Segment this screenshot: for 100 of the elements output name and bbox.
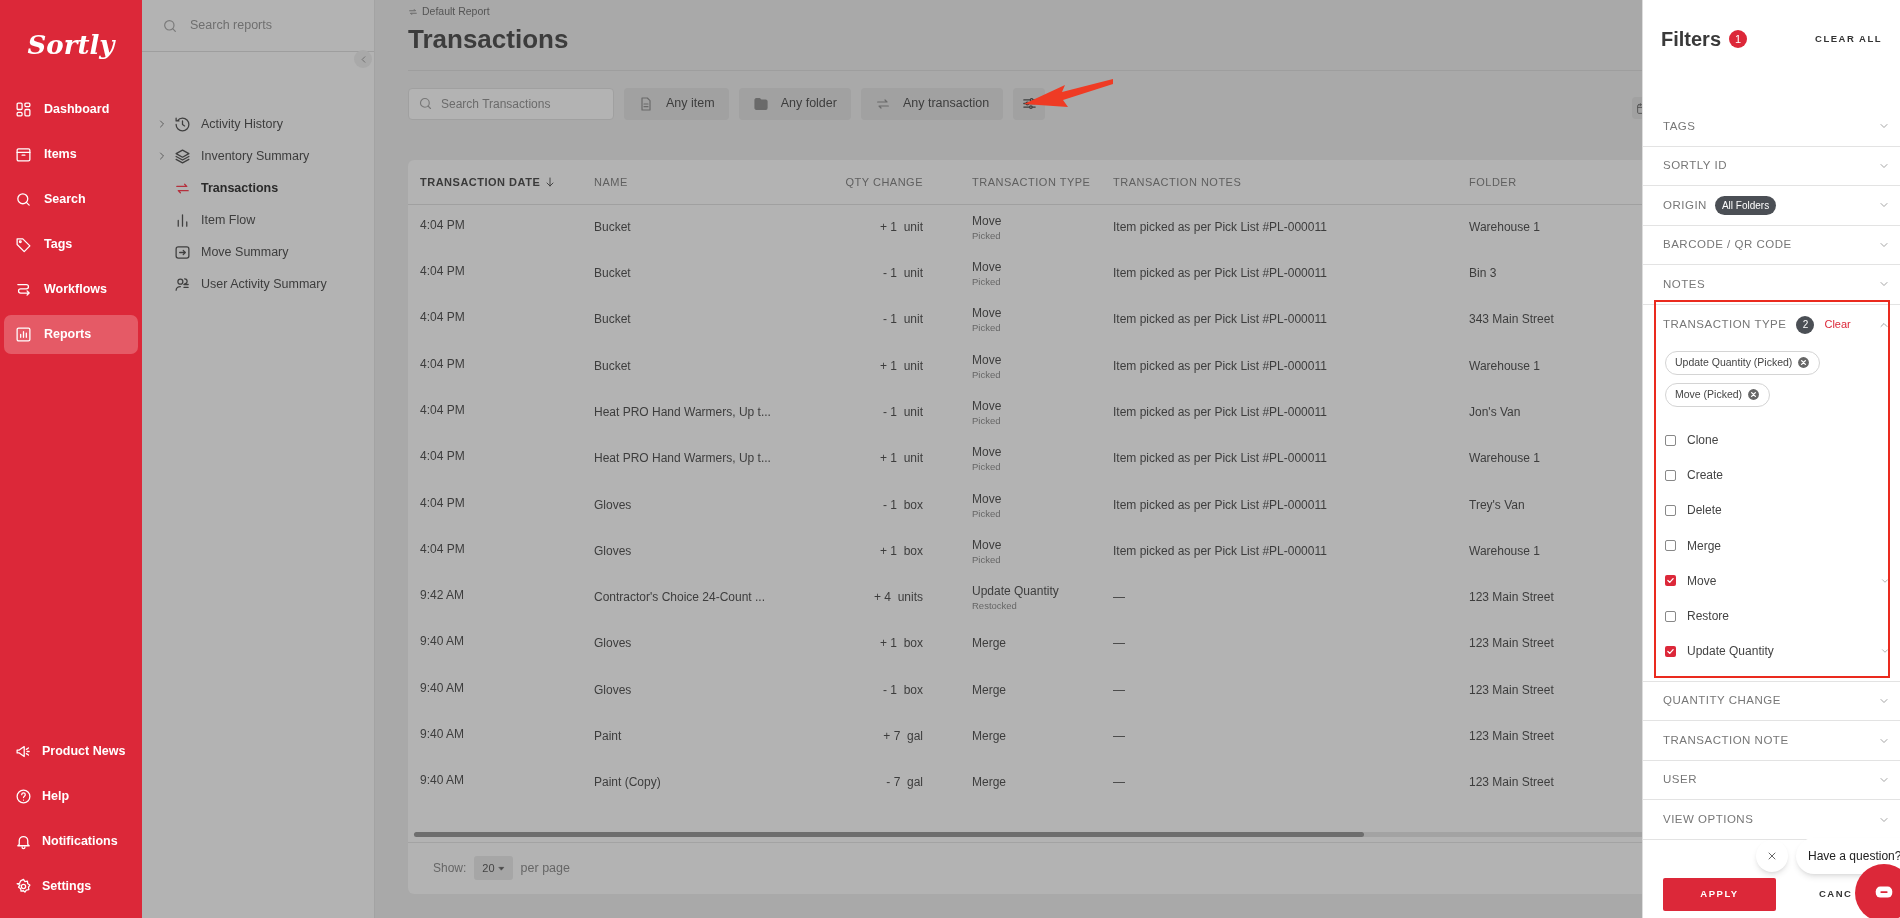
option-label: Update Quantity	[1687, 643, 1774, 661]
clear-all-link[interactable]: CLEAR ALL	[1815, 31, 1882, 47]
table-cell: Gloves	[594, 497, 632, 512]
checkbox[interactable]	[1665, 504, 1676, 516]
table-cell-text: Update Quantity	[972, 583, 1060, 601]
table-cell-text: Restocked	[972, 600, 1018, 613]
checkbox[interactable]	[1665, 434, 1676, 446]
cancel-button[interactable]: CANC	[1819, 887, 1853, 902]
filter-section[interactable]: NOTES	[1643, 265, 1900, 305]
breadcrumb[interactable]: Default Report	[422, 4, 490, 20]
table-cell-text: Merge	[972, 774, 1007, 792]
report-link[interactable]: Item Flow	[201, 210, 256, 230]
table-cell: Paint (Copy)	[594, 775, 661, 790]
option-label: Clone	[1687, 432, 1719, 450]
chat-button[interactable]	[1855, 864, 1900, 918]
nav-item[interactable]: Help	[4, 777, 138, 816]
table-cell: 123 Main Street	[1469, 729, 1554, 743]
nav-item[interactable]: Dashboard	[4, 90, 138, 129]
table-cell: —	[1113, 636, 1125, 651]
table-cell: 4:04 PM	[420, 495, 465, 510]
table-cell: Warehouse 1	[1469, 543, 1540, 558]
filter-chip[interactable]: Any folder	[738, 87, 851, 120]
nav-item[interactable]: Reports	[4, 315, 138, 354]
column-header[interactable]: QTY CHANGE	[845, 173, 923, 190]
table-cell-text: + 7 gal	[883, 728, 923, 745]
checkbox[interactable]	[1665, 469, 1676, 481]
filter-section[interactable]: TRANSACTION NOTE	[1643, 721, 1900, 761]
filter-section[interactable]: USER	[1643, 760, 1900, 801]
nav-item[interactable]: Product News	[4, 732, 138, 771]
checkbox[interactable]	[1665, 645, 1676, 657]
table-cell: 4:04 PM	[420, 264, 465, 279]
table-cell-text: + 1 unit	[879, 450, 923, 468]
checkbox[interactable]	[1665, 610, 1676, 622]
filter-chip[interactable]: Any transaction	[860, 87, 1004, 120]
table-cell: Item picked as per Pick List #PL-000011	[1113, 451, 1327, 466]
table-cell-text: Picked	[972, 414, 1002, 427]
nav-item[interactable]: Tags	[4, 225, 138, 264]
search-field[interactable]: Search Transactions	[408, 87, 614, 120]
column-header[interactable]: TRANSACTION DATE	[420, 173, 541, 190]
filter-section[interactable]: SORTLY ID	[1643, 146, 1900, 186]
report-link[interactable]: Inventory Summary	[201, 146, 310, 166]
table-cell-text: Move	[972, 490, 1003, 508]
table-cell-text: - 7 gal	[886, 774, 923, 792]
table-cell: Item picked as per Pick List #PL-000011	[1113, 219, 1327, 234]
table-cell: Warehouse 1	[1469, 358, 1540, 373]
checkmark-icon	[1666, 576, 1675, 586]
table-cell: Bucket	[594, 358, 631, 373]
table-cell: —	[1113, 682, 1125, 697]
filter-section[interactable]: ORIGIN All Folders	[1643, 186, 1900, 226]
page-size-dropdown[interactable]: 20	[474, 856, 513, 881]
page-size-suffix: per page	[520, 859, 570, 877]
nav-item[interactable]: Search	[4, 180, 138, 219]
table-cell-text: Merge	[972, 728, 1007, 745]
clear-link[interactable]: Clear	[1824, 316, 1851, 333]
origin-badge: All Folders	[1714, 195, 1777, 215]
swap-icon	[408, 6, 418, 17]
column-header[interactable]: TRANSACTION TYPE	[972, 173, 1091, 190]
count-badge: 2	[1796, 315, 1815, 334]
search-icon	[162, 17, 178, 34]
filter-section[interactable]: QUANTITY CHANGE	[1643, 681, 1900, 722]
report-link[interactable]: Transactions	[201, 178, 279, 198]
table-cell-text: - 1 box	[882, 496, 923, 514]
table-cell: 4:04 PM	[420, 356, 465, 371]
table-cell-text: - 1 unit	[882, 311, 923, 329]
option-label: Delete	[1687, 502, 1722, 520]
table-cell-text: Picked	[972, 553, 1002, 566]
filter-chip[interactable]: Any item	[624, 87, 729, 120]
checkbox[interactable]	[1665, 540, 1676, 552]
table-cell: Trey's Van	[1469, 497, 1525, 512]
report-link[interactable]: Activity History	[201, 114, 283, 134]
report-search-field[interactable]: Search reports	[190, 16, 350, 35]
table-cell-text: Merge	[972, 635, 1007, 653]
table-cell-text: Move	[972, 351, 1003, 369]
table-cell-text: Picked	[972, 507, 1002, 520]
filter-section[interactable]: BARCODE / QR CODE	[1643, 225, 1900, 265]
checkmark-icon	[1666, 646, 1675, 656]
nav-item[interactable]: Workflows	[4, 270, 138, 309]
document-icon	[638, 95, 654, 112]
nav-item[interactable]: Items	[4, 135, 138, 174]
nav-item[interactable]: Notifications	[4, 822, 138, 861]
column-header[interactable]: NAME	[594, 173, 628, 190]
settings-icon	[15, 878, 32, 895]
table-cell: 123 Main Street	[1469, 682, 1554, 697]
checkbox[interactable]	[1665, 575, 1676, 587]
report-link[interactable]: User Activity Summary	[201, 274, 327, 294]
bar-chart-icon	[15, 326, 32, 343]
filter-section[interactable]: TAGS	[1643, 107, 1900, 147]
column-header[interactable]: TRANSACTION NOTES	[1113, 173, 1242, 190]
panel-title: Filters	[1661, 27, 1722, 52]
column-header[interactable]: FOLDER	[1469, 173, 1517, 190]
report-link[interactable]: Move Summary	[201, 242, 289, 262]
help-icon	[15, 788, 32, 805]
nav-item[interactable]: Settings	[4, 867, 138, 906]
table-cell: Item picked as per Pick List #PL-000011	[1113, 497, 1327, 512]
caret-icon	[497, 864, 505, 872]
table-cell-text: - 1 unit	[882, 403, 923, 421]
logo[interactable]: Sortly	[27, 25, 115, 65]
apply-button[interactable]: APPLY	[1663, 878, 1776, 911]
remove-icon	[1797, 356, 1811, 369]
table-cell-text: Picked	[972, 276, 1002, 289]
